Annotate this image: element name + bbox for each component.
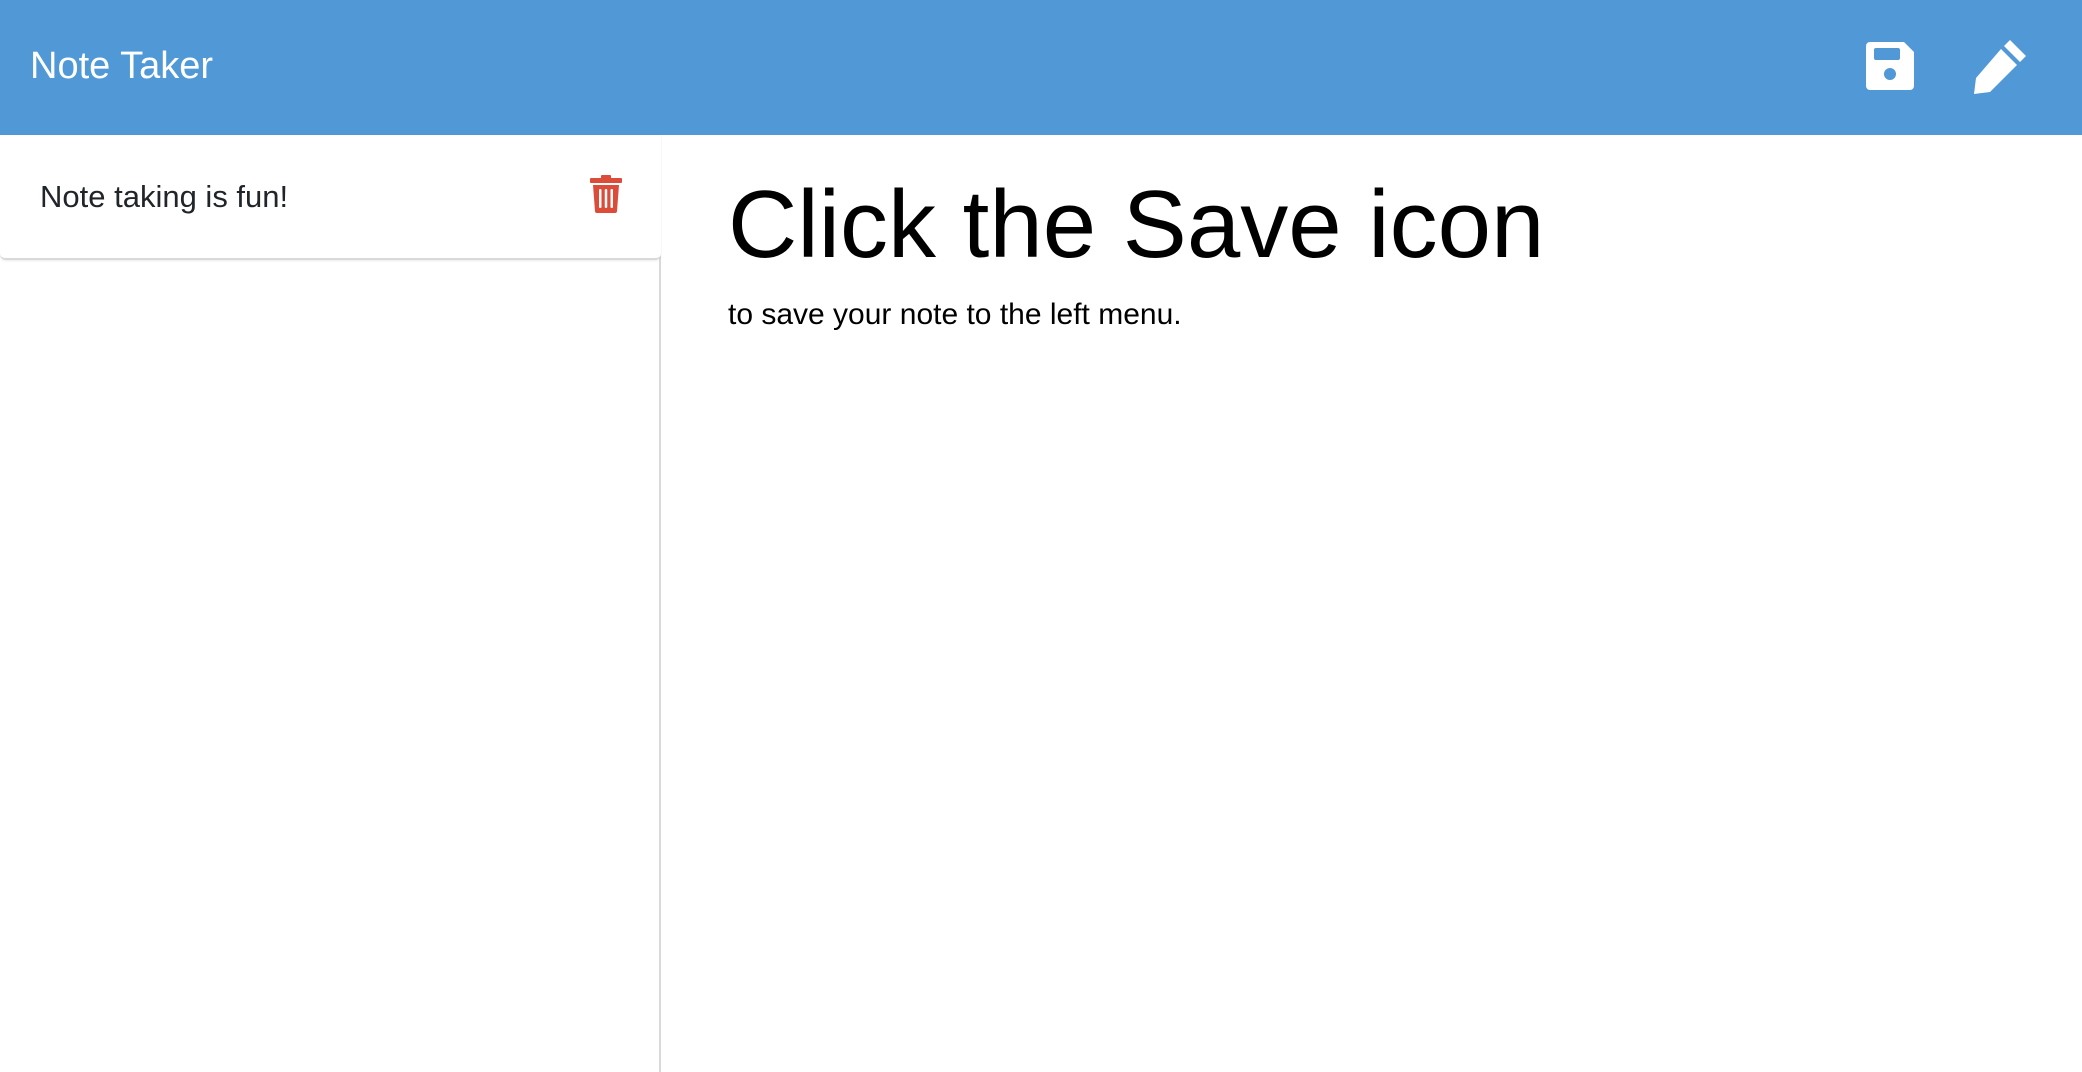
save-note-button[interactable] <box>1860 36 1920 96</box>
floppy-disk-icon <box>1866 42 1914 90</box>
note-text[interactable]: to save your note to the left menu. <box>728 295 1182 335</box>
new-note-button[interactable] <box>1970 36 2030 96</box>
note-editor: Click the Save icon to save your note to… <box>663 135 2082 1072</box>
list-item[interactable]: Note taking is fun! <box>0 135 661 260</box>
notes-sidebar: Note taking is fun! <box>0 135 661 1072</box>
pencil-icon <box>1974 40 2026 94</box>
note-title[interactable]: Click the Save icon <box>728 165 1544 285</box>
list-item-title[interactable]: Note taking is fun! <box>40 177 288 217</box>
app-title[interactable]: Note Taker <box>30 40 213 92</box>
delete-note-button[interactable] <box>590 175 622 213</box>
trash-icon <box>590 175 622 213</box>
navbar: Note Taker <box>0 0 2082 135</box>
